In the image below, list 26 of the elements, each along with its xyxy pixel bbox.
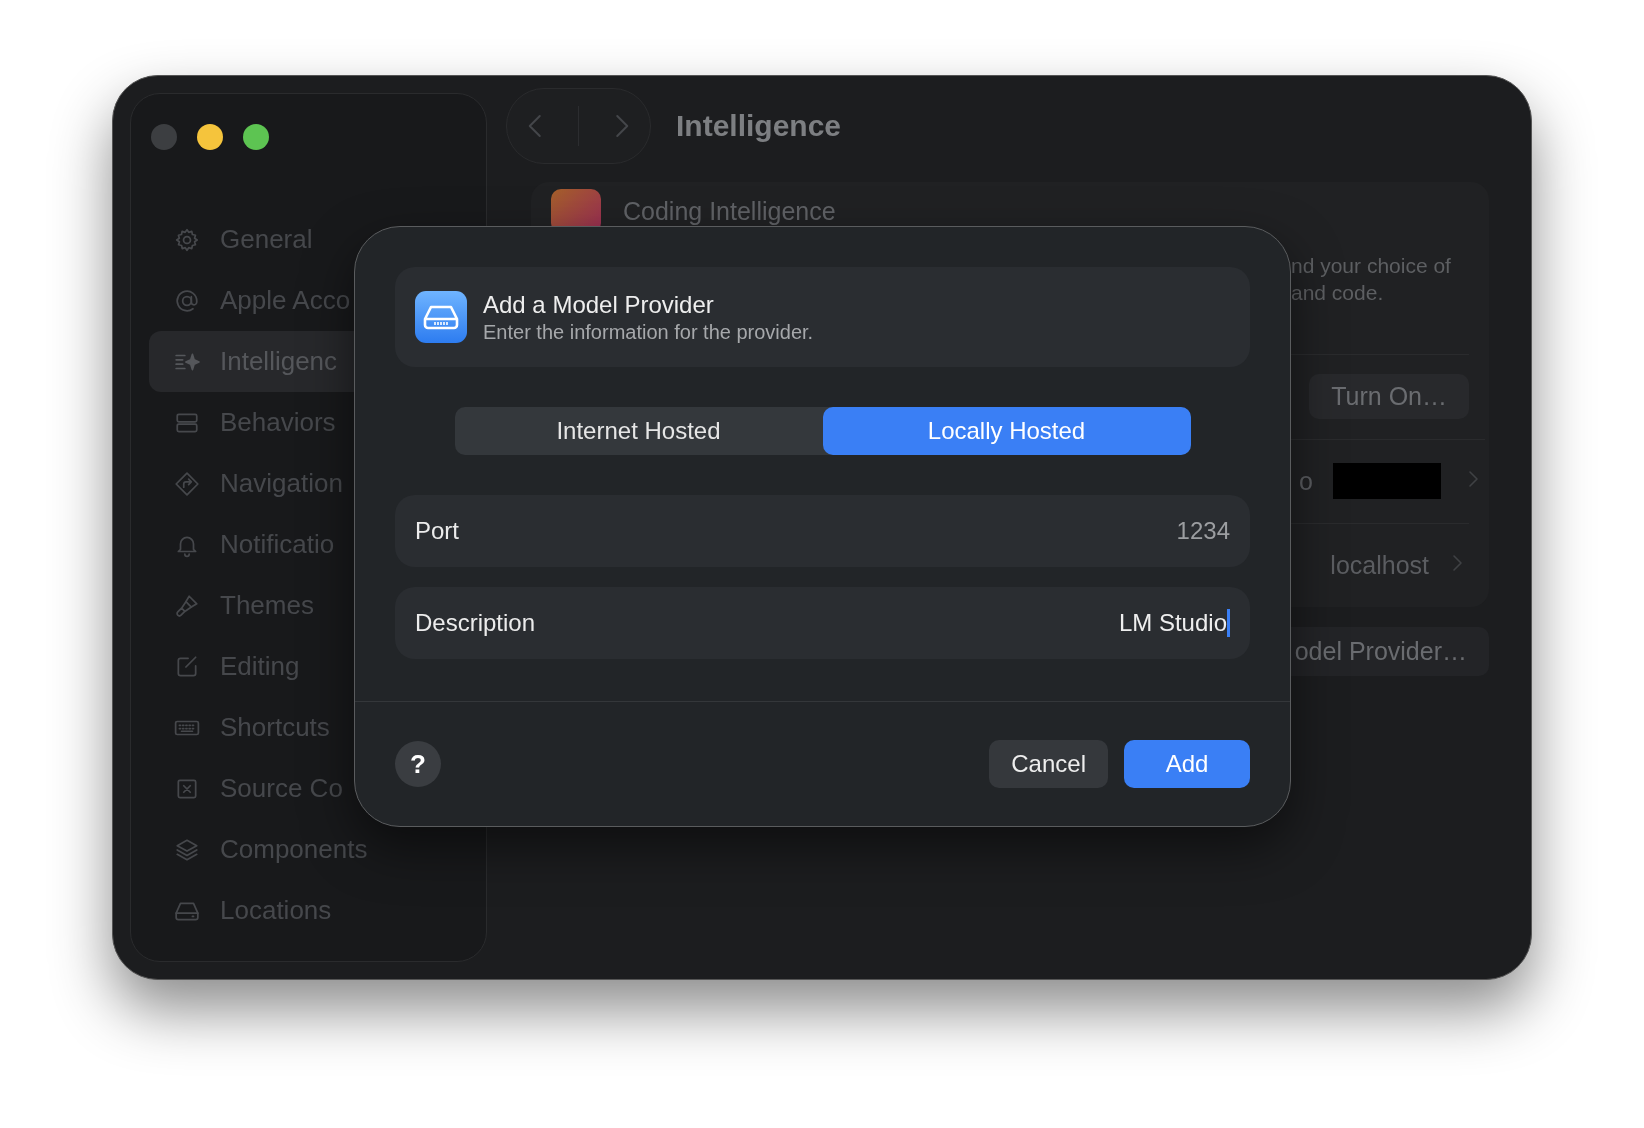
- close-button[interactable]: [151, 124, 177, 150]
- page-title: Intelligence: [676, 109, 842, 143]
- input-field[interactable]: LM Studio: [1118, 609, 1230, 637]
- drive-icon: [415, 291, 467, 343]
- row-value: localhost: [1330, 550, 1429, 580]
- description-text: nd your choice of: [1291, 253, 1452, 280]
- field-label: Description: [415, 609, 536, 637]
- field-label: Port: [415, 517, 459, 545]
- brush-icon: [174, 592, 200, 619]
- minimize-button[interactable]: [197, 124, 223, 150]
- dialog-subtitle: Enter the information for the provider.: [483, 320, 814, 344]
- add-button[interactable]: Add: [1124, 740, 1250, 788]
- zoom-button[interactable]: [243, 124, 269, 150]
- description-text: and code.: [1291, 280, 1385, 307]
- gear-icon: [174, 226, 200, 253]
- section-title: Coding Intelligence: [623, 196, 836, 226]
- turn-on-button[interactable]: Turn On…: [1309, 374, 1469, 420]
- segment[interactable]: Internet Hosted: [454, 407, 823, 455]
- input-field[interactable]: 1234: [1176, 517, 1230, 545]
- edit-icon: [174, 653, 200, 680]
- dialog-title: Add a Model Provider: [483, 290, 715, 319]
- help-button[interactable]: ?: [395, 741, 441, 787]
- segment[interactable]: Locally Hosted: [822, 407, 1191, 455]
- at-sign-icon: [174, 287, 200, 314]
- direction-sign-icon: [174, 470, 200, 497]
- cancel-button[interactable]: Cancel: [989, 740, 1108, 788]
